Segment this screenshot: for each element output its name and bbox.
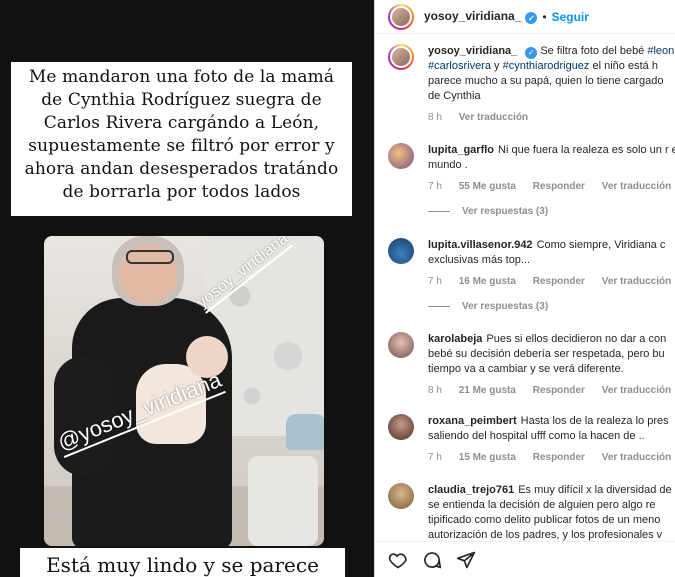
avatar[interactable]	[388, 332, 414, 358]
timestamp: 7 h	[428, 452, 442, 463]
caption-username[interactable]: yosoy_viridiana_	[428, 45, 517, 57]
likes-count[interactable]: 16 Me gusta	[459, 276, 516, 287]
comment-username[interactable]: lupita.villasenor.942	[428, 239, 533, 251]
comment-meta: 7 h 55 Me gusta Responder Ver traducción	[428, 179, 675, 194]
comment-body: roxana_peimbert Hasta los de la realeza l…	[428, 414, 675, 465]
replies-divider	[428, 211, 450, 212]
view-replies-button[interactable]: Ver respuestas (3)	[428, 206, 548, 217]
likes-count[interactable]: 55 Me gusta	[459, 181, 516, 192]
avatar[interactable]	[388, 44, 414, 70]
translate-link[interactable]: Ver traducción	[602, 276, 671, 287]
translate-link[interactable]: Ver traducción	[602, 181, 671, 192]
comment-meta: 7 h 15 Me gusta Responder Ver traducción	[428, 450, 675, 465]
timestamp: 7 h	[428, 181, 442, 192]
comment-body: karolabeja Pues si ellos decidieron no da…	[428, 332, 675, 398]
lamp	[286, 414, 324, 450]
reply-button[interactable]: Responder	[533, 452, 585, 463]
chair	[248, 456, 318, 546]
story-caption-top: Me mandaron una foto de la mamá de Cynth…	[11, 62, 352, 216]
woman-head	[112, 236, 184, 306]
replies-divider	[428, 306, 450, 307]
avatar[interactable]	[388, 3, 414, 30]
hashtag[interactable]: #leon	[647, 45, 674, 57]
caption-text: de Cynthia	[428, 90, 481, 102]
view-replies-label[interactable]: Ver respuestas (3)	[462, 301, 548, 312]
post-header: yosoy_viridiana_ ✓ • Seguir	[376, 0, 675, 34]
action-bar	[376, 541, 675, 577]
likes-count[interactable]: 15 Me gusta	[459, 452, 516, 463]
comment-body: claudia_trejo761 Es muy difícil x la dive…	[428, 483, 675, 541]
timestamp: 8 h	[428, 385, 442, 396]
comment-username[interactable]: lupita_garflo	[428, 144, 494, 156]
post-media[interactable]: Me mandaron una foto de la mamá de Cynth…	[0, 0, 375, 577]
embedded-photo: yosoy_viridiana @yosoy_viridiana	[44, 236, 324, 546]
avatar[interactable]	[388, 414, 414, 440]
hashtag[interactable]: #carlosrivera	[428, 60, 491, 72]
caption-text: y	[494, 60, 500, 72]
comment-icon[interactable]	[422, 550, 442, 570]
reply-button[interactable]: Responder	[533, 276, 585, 287]
follow-button[interactable]: Seguir	[552, 10, 589, 24]
reply-button[interactable]: Responder	[533, 181, 585, 192]
reply-button[interactable]: Responder	[533, 385, 585, 396]
view-replies-label[interactable]: Ver respuestas (3)	[462, 206, 548, 217]
avatar[interactable]	[388, 483, 414, 509]
avatar[interactable]	[388, 143, 414, 169]
heart-icon[interactable]	[388, 550, 408, 570]
story-caption-bottom: Está muy lindo y se parece	[20, 548, 345, 577]
comment-meta: 8 h Ver traducción	[428, 110, 675, 125]
comment-username[interactable]: roxana_peimbert	[428, 415, 517, 427]
hashtag[interactable]: #cynthiarodriguez	[503, 60, 590, 72]
comment-body: lupita_garflo Ni que fuera la realeza es …	[428, 143, 675, 194]
view-replies-button[interactable]: Ver respuestas (3)	[428, 301, 548, 312]
caption-text: el niño está h	[592, 60, 658, 72]
translate-link[interactable]: Ver traducción	[459, 112, 528, 123]
timestamp: 8 h	[428, 112, 442, 123]
comment-meta: 8 h 21 Me gusta Responder Ver traducción	[428, 383, 675, 398]
comment-username[interactable]: claudia_trejo761	[428, 484, 514, 496]
comment-meta: 7 h 16 Me gusta Responder Ver traducción	[428, 274, 675, 289]
separator: •	[542, 9, 547, 24]
timestamp: 7 h	[428, 276, 442, 287]
verified-icon: ✓	[525, 46, 538, 59]
translate-link[interactable]: Ver traducción	[602, 385, 671, 396]
glasses	[126, 250, 174, 264]
post-author[interactable]: yosoy_viridiana_ ✓	[424, 9, 538, 25]
share-icon[interactable]	[456, 550, 476, 570]
translate-link[interactable]: Ver traducción	[602, 452, 671, 463]
comments-panel: yosoy_viridiana_ ✓ • Seguir yosoy_viridia…	[376, 0, 675, 577]
caption-text: Se filtra foto del bebé	[540, 45, 645, 57]
caption-text: parece mucho a su papá, quien lo tiene c…	[428, 75, 664, 87]
avatar[interactable]	[388, 238, 414, 264]
post-author-name[interactable]: yosoy_viridiana_	[424, 9, 521, 23]
comment-body: lupita.villasenor.942 Como siempre, Virid…	[428, 238, 675, 289]
caption-body: yosoy_viridiana_ ✓ Se filtra foto del beb…	[428, 44, 675, 125]
comment-username[interactable]: karolabeja	[428, 333, 482, 345]
likes-count[interactable]: 21 Me gusta	[459, 385, 516, 396]
verified-icon: ✓	[525, 12, 538, 25]
